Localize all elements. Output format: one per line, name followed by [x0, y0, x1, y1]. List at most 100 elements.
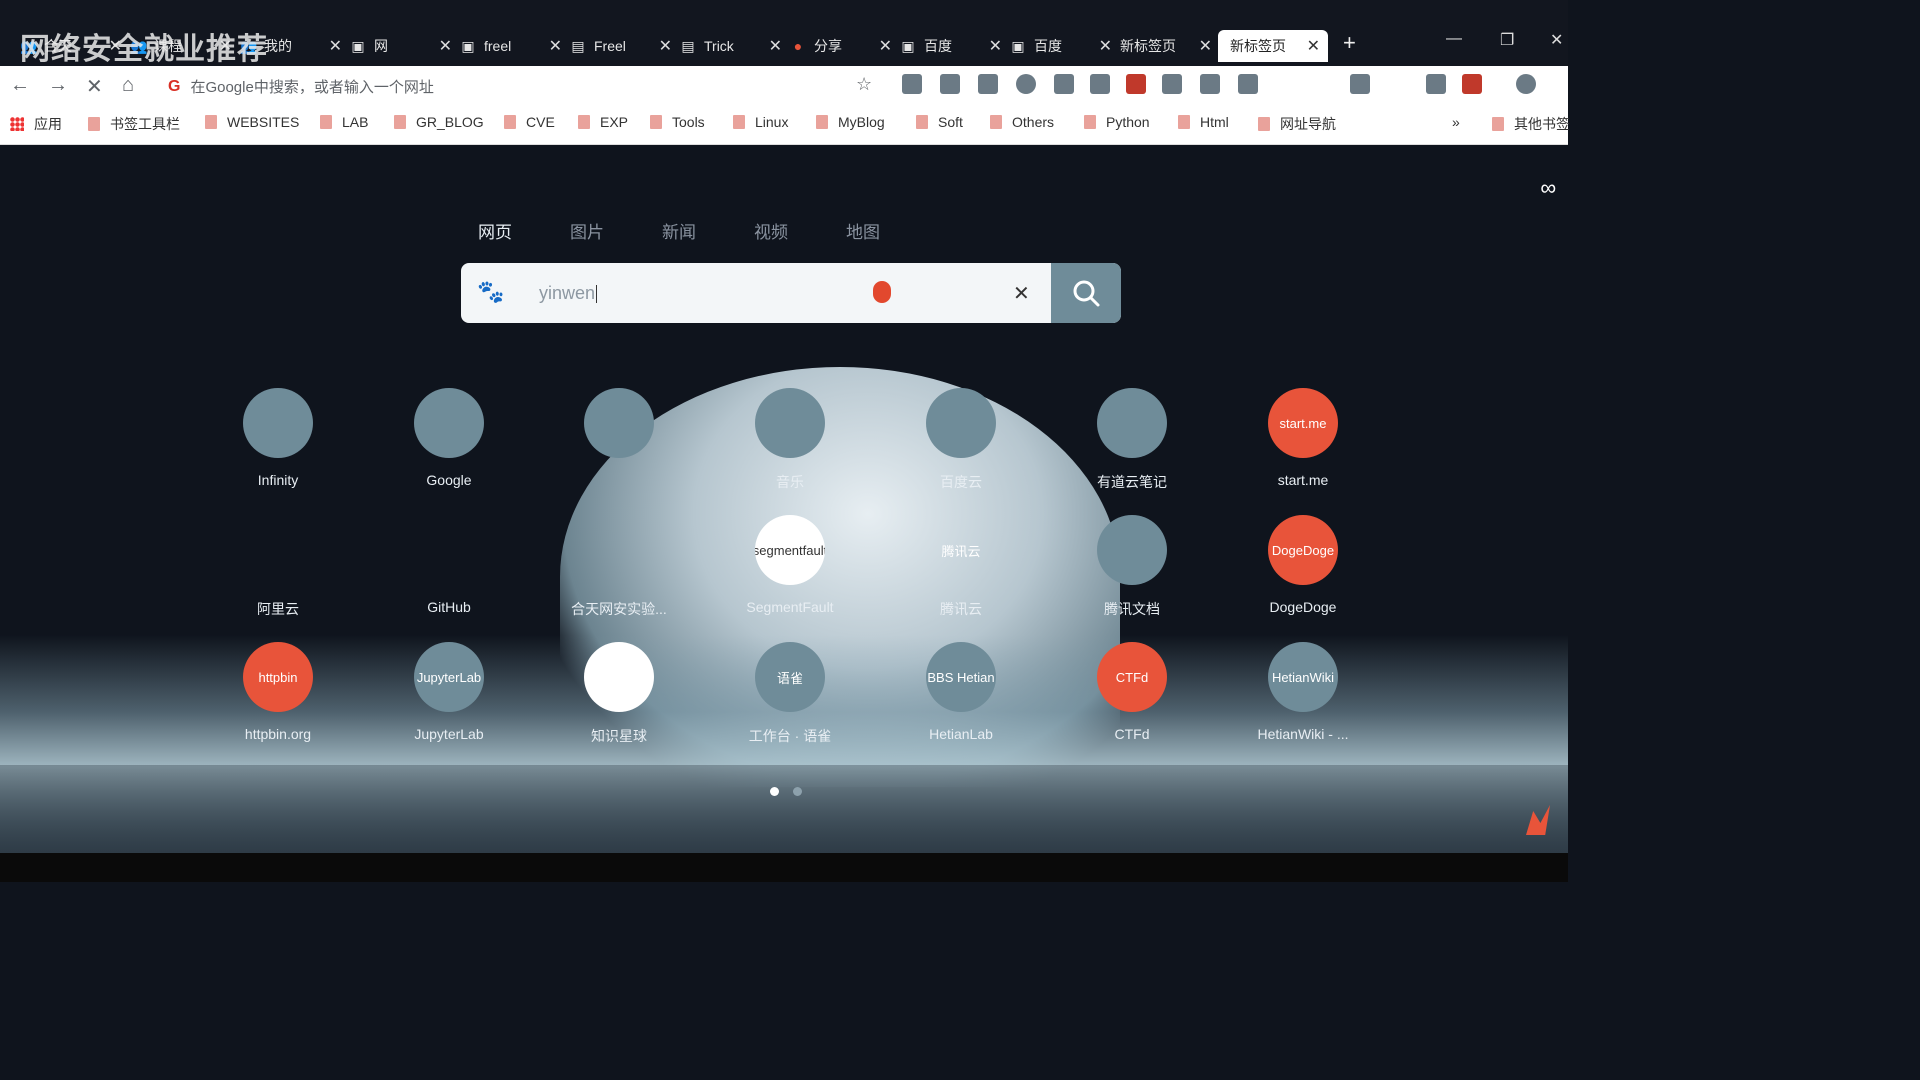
folder-icon [504, 115, 516, 129]
tab-8[interactable]: ▣ 百度 ✕ [900, 30, 1010, 62]
bookmark-folder[interactable]: EXP [578, 114, 628, 130]
profile-avatar[interactable] [1516, 74, 1536, 94]
address-bar[interactable]: G 在Google中搜索，或者输入一个网址 [168, 76, 434, 97]
shortcut-label: httpbin.org [244, 726, 312, 742]
bookmark-folder[interactable]: MyBlog [816, 114, 885, 130]
weibo-icon: ● [793, 38, 803, 54]
tab-video[interactable]: 视频 [754, 218, 846, 243]
shortcut-tile[interactable]: 阿里云 [208, 515, 348, 619]
bookmark-folder[interactable]: Others [990, 114, 1054, 130]
tab-9[interactable]: ▣ 百度 ✕ [1010, 30, 1120, 62]
extension-icon[interactable] [1238, 74, 1258, 94]
shortcut-tile[interactable]: 合天网安实验... [549, 515, 689, 619]
close-icon[interactable]: ✕ [989, 36, 1002, 56]
close-icon[interactable]: ✕ [659, 36, 672, 56]
bookmark-folder[interactable]: Html [1178, 114, 1229, 130]
close-icon[interactable]: ✕ [769, 36, 782, 56]
bookmark-folder[interactable]: Linux [733, 114, 788, 130]
bookmarks-overflow-button[interactable]: » [1452, 114, 1460, 130]
shortcut-tile[interactable]: httpbin httpbin.org [208, 642, 348, 742]
shortcut-tile[interactable]: start.me start.me [1233, 388, 1373, 488]
tab-10[interactable]: 新标签页 ✕ [1110, 30, 1220, 62]
shortcut-tile[interactable]: DogeDoge DogeDoge [1233, 515, 1373, 615]
bookmark-apps[interactable]: 应用 [10, 114, 62, 134]
tab-11-active[interactable]: 新标签页 ✕ [1218, 30, 1328, 62]
minimize-icon[interactable]: — [1446, 30, 1462, 48]
page-dot[interactable] [793, 787, 802, 796]
tab-3[interactable]: ▣ 网 ✕ [350, 30, 460, 62]
bookmark-folder-other[interactable]: 其他书签 [1492, 114, 1570, 134]
page-dot-active[interactable] [770, 787, 779, 796]
extension-icon[interactable] [902, 74, 922, 94]
shortcut-tile[interactable]: CTFd CTFd [1062, 642, 1202, 742]
shortcut-tile[interactable]: 语雀 工作台 · 语雀 [720, 642, 860, 746]
bookmark-folder[interactable]: LAB [320, 114, 368, 130]
extension-icon[interactable] [1090, 74, 1110, 94]
tab-map[interactable]: 地图 [846, 218, 938, 243]
tab-web[interactable]: 网页 [478, 218, 570, 243]
extension-icon[interactable] [1054, 74, 1074, 94]
shortcut-icon-text: start.me [1279, 415, 1327, 431]
back-icon[interactable]: ← [10, 74, 30, 97]
close-icon[interactable]: ✕ [1199, 36, 1212, 56]
tab-images[interactable]: 图片 [570, 218, 662, 243]
bookmark-folder[interactable]: 网址导航 [1258, 114, 1336, 134]
tab-7[interactable]: ● 分享 ✕ [790, 30, 900, 62]
close-icon[interactable]: ✕ [439, 36, 452, 56]
bookmark-folder[interactable]: Python [1084, 114, 1150, 130]
tab-6[interactable]: ▤ Trick ✕ [680, 30, 790, 62]
forward-icon[interactable]: → [48, 74, 68, 97]
extension-icon[interactable] [1200, 74, 1220, 94]
extension-icon[interactable] [1426, 74, 1446, 94]
folder-icon [733, 115, 745, 129]
extension-icon[interactable] [978, 74, 998, 94]
shortcut-tile[interactable]: JupyterLab JupyterLab [379, 642, 519, 742]
search-input[interactable]: yinwen [539, 283, 598, 304]
extension-icon[interactable] [1462, 74, 1482, 94]
shortcut-tile[interactable]: GitHub [379, 515, 519, 615]
shortcut-tile[interactable]: 腾讯文档 [1062, 515, 1202, 619]
shortcut-tile[interactable]: 有道云笔记 [1062, 388, 1202, 492]
voice-search-icon[interactable] [873, 281, 891, 303]
shortcut-tile[interactable] [549, 388, 689, 472]
close-icon[interactable]: ✕ [1307, 36, 1320, 56]
extension-icon[interactable] [1350, 74, 1370, 94]
clear-icon[interactable]: ✕ [1013, 281, 1030, 306]
bookmark-folder[interactable]: Tools [650, 114, 705, 130]
shortcut-icon-text: 腾讯云 [941, 543, 981, 559]
bookmark-folder[interactable]: 书签工具栏 [88, 114, 180, 134]
star-icon[interactable]: ☆ [856, 74, 872, 95]
infinity-menu-icon[interactable]: ∞ [1540, 175, 1556, 201]
tab-news[interactable]: 新闻 [662, 218, 754, 243]
shortcut-tile[interactable]: 百度云 [891, 388, 1031, 492]
new-tab-button[interactable]: + [1343, 30, 1356, 56]
extension-icon[interactable] [1162, 74, 1182, 94]
extension-icon[interactable] [1126, 74, 1146, 94]
window-close-icon[interactable]: ✕ [1550, 30, 1563, 50]
shortcut-tile[interactable]: BBS Hetian HetianLab [891, 642, 1031, 742]
shortcut-tile[interactable]: Google [379, 388, 519, 488]
baidu-paw-icon[interactable]: 🐾 [477, 279, 504, 305]
tab-4[interactable]: ▣ freel ✕ [460, 30, 570, 62]
shortcut-tile[interactable]: 腾讯云 腾讯云 [891, 515, 1031, 619]
bookmark-folder[interactable]: Soft [916, 114, 963, 130]
restore-icon[interactable]: ❐ [1500, 30, 1514, 50]
shortcut-label: CTFd [1114, 726, 1150, 742]
bookmark-folder[interactable]: WEBSITES [205, 114, 299, 130]
close-icon[interactable]: ✕ [879, 36, 892, 56]
home-icon[interactable]: ⌂ [122, 74, 134, 97]
stop-icon[interactable]: ✕ [86, 74, 103, 99]
tab-5[interactable]: ▤ Freel ✕ [570, 30, 680, 62]
bookmark-folder[interactable]: CVE [504, 114, 555, 130]
shortcut-tile[interactable]: HetianWiki HetianWiki - ... [1233, 642, 1373, 742]
extension-icon[interactable] [940, 74, 960, 94]
search-button[interactable] [1051, 263, 1121, 323]
shortcut-tile[interactable]: Infinity [208, 388, 348, 488]
bookmark-folder[interactable]: GR_BLOG [394, 114, 484, 130]
shortcut-tile[interactable]: 知识星球 [549, 642, 689, 746]
close-icon[interactable]: ✕ [329, 36, 342, 56]
shortcut-tile[interactable]: 音乐 [720, 388, 860, 492]
shortcut-tile[interactable]: segmentfault SegmentFault [720, 515, 860, 615]
close-icon[interactable]: ✕ [549, 36, 562, 56]
extension-icon[interactable] [1016, 74, 1036, 94]
